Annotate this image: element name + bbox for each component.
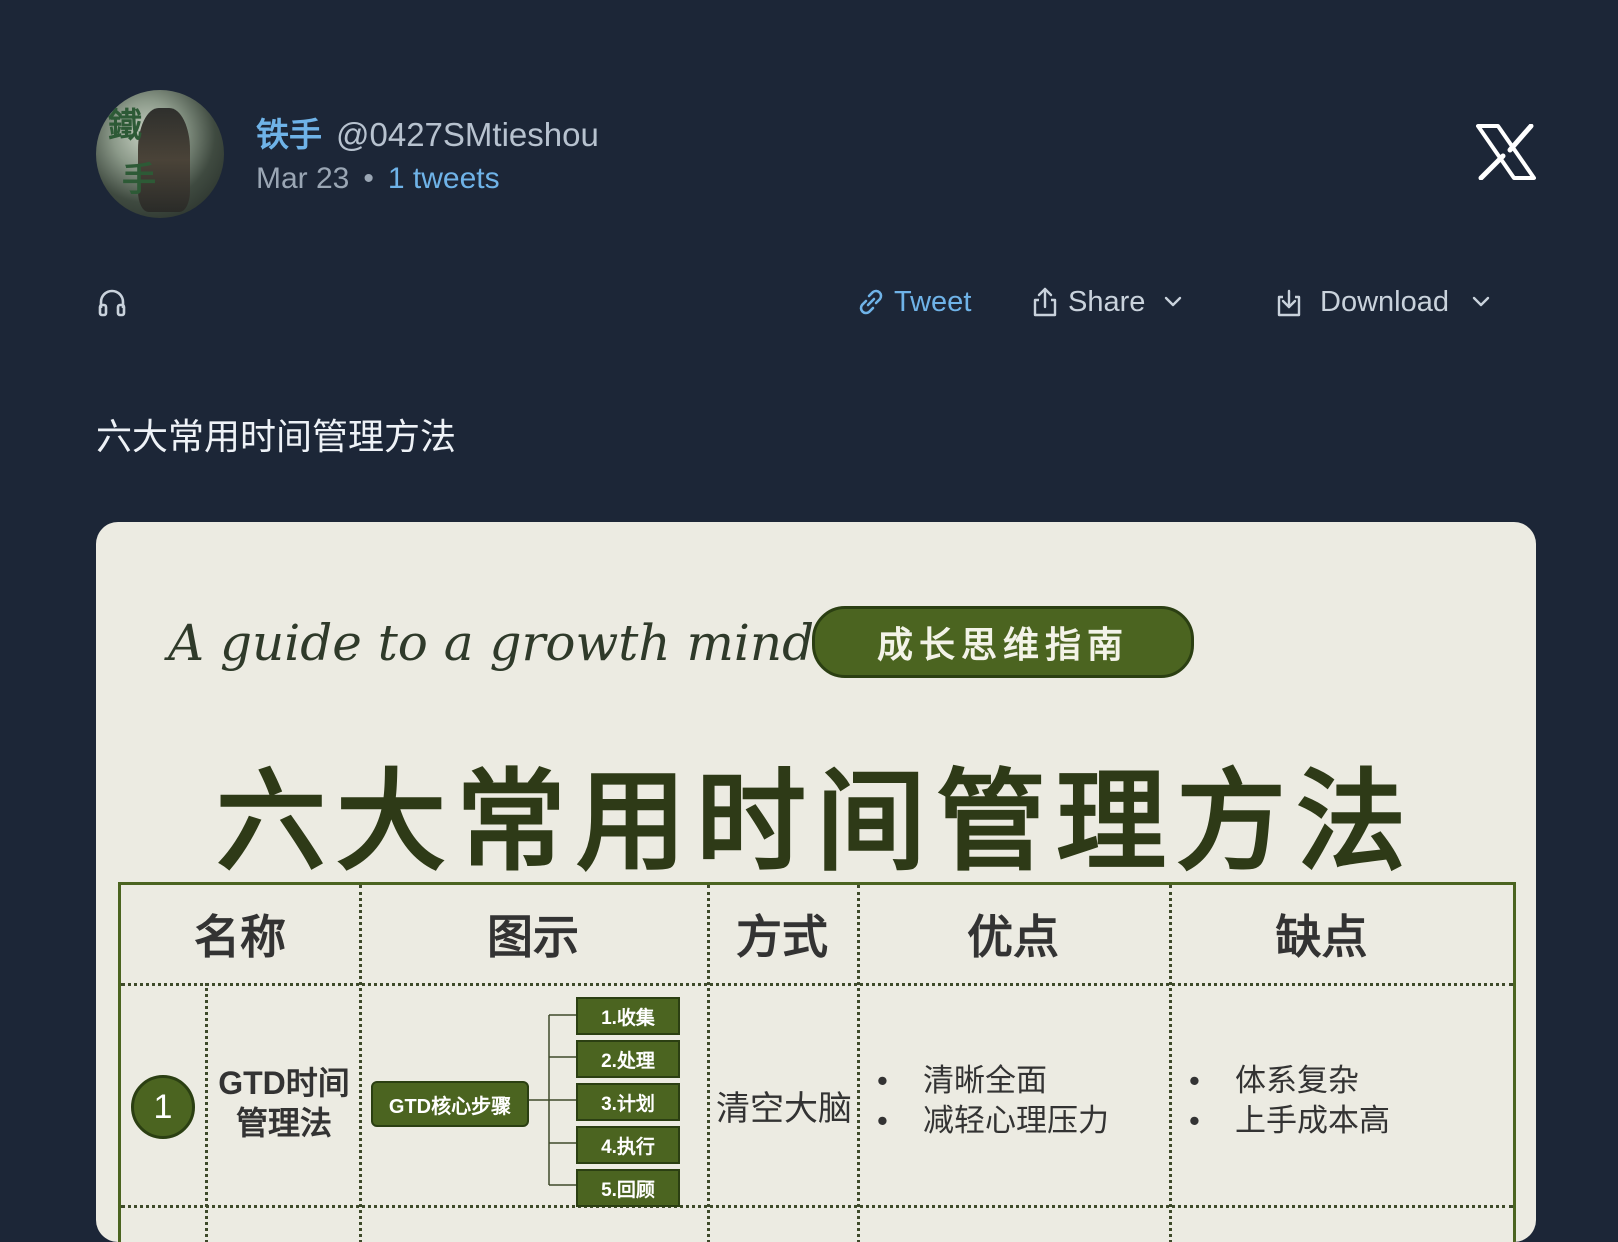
list-item: • 体系复杂 — [1189, 1061, 1390, 1101]
infographic-title: 六大常用时间管理方法 — [216, 761, 1416, 884]
cons-item: 体系复杂 — [1235, 1063, 1359, 1098]
tweet-label: Tweet — [894, 285, 972, 318]
tweet-date: Mar 23 — [256, 162, 350, 195]
diagram-step: 4.执行 — [576, 1126, 680, 1164]
col-head-pros: 优点 — [967, 911, 1059, 963]
growth-mindset-pill: 成长思维指南 — [812, 606, 1194, 678]
avatar-glyph: 手 — [122, 160, 156, 200]
bullet-mark: • — [877, 1063, 888, 1098]
headphones-icon — [98, 289, 126, 317]
row-pros-list: • 清晰全面 • 减轻心理压力 — [877, 1061, 1109, 1141]
diagram-core-box: GTD核心步骤 — [371, 1081, 529, 1127]
share-icon — [1033, 287, 1057, 317]
meta-line: Mar 23 • 1 tweets — [256, 162, 500, 196]
row-number-badge: 1 — [131, 1075, 195, 1139]
tweet-media-image[interactable]: A guide to a growth mindset 成长思维指南 六大常用时… — [96, 522, 1536, 1242]
diagram-step: 2.处理 — [576, 1040, 680, 1078]
avatar-glyph: 鐵 — [108, 106, 142, 146]
diagram-step: 5.回顾 — [576, 1169, 680, 1207]
row-cons-list: • 体系复杂 • 上手成本高 — [1189, 1061, 1390, 1141]
avatar[interactable]: 鐵 手 — [96, 90, 224, 218]
meta-separator: • — [363, 162, 374, 195]
row-name-line: 管理法 — [235, 1105, 332, 1141]
table-divider — [359, 885, 362, 1242]
tweet-link-button[interactable]: Tweet — [854, 280, 971, 324]
display-name[interactable]: 铁手 — [256, 116, 322, 153]
pros-item: 减轻心理压力 — [923, 1103, 1109, 1138]
tweet-text: 六大常用时间管理方法 — [96, 416, 457, 457]
user-line: 铁手 @0427SMtieshou — [256, 108, 599, 156]
diagram-step: 1.收集 — [576, 997, 680, 1035]
x-logo-icon[interactable] — [1476, 124, 1536, 180]
table-divider — [205, 983, 208, 1242]
download-icon — [1277, 289, 1301, 317]
share-button[interactable]: Share — [1030, 280, 1187, 324]
list-item: • 减轻心理压力 — [877, 1101, 1109, 1141]
diagram-connectors — [525, 1014, 577, 1186]
table-divider — [1169, 885, 1172, 1242]
chevron-down-icon[interactable] — [1467, 288, 1495, 316]
pros-item: 清晰全面 — [923, 1063, 1047, 1098]
col-head-name: 名称 — [194, 911, 286, 963]
download-label: Download — [1320, 285, 1449, 318]
bullet-mark: • — [1189, 1103, 1200, 1138]
share-label: Share — [1068, 285, 1146, 318]
row-method-name: GTD时间 管理法 — [209, 1063, 359, 1143]
chevron-down-icon[interactable] — [1159, 288, 1187, 316]
guide-script-text: A guide to a growth mindset — [168, 614, 890, 672]
listen-button[interactable] — [96, 280, 128, 324]
table-divider — [857, 885, 860, 1242]
table-divider — [121, 1205, 1513, 1208]
link-icon — [859, 289, 883, 315]
bullet-mark: • — [1189, 1063, 1200, 1098]
download-button[interactable]: Download — [1274, 280, 1495, 324]
col-head-diagram: 图示 — [487, 911, 579, 963]
table-divider — [707, 885, 710, 1242]
row-name-line: GTD时间 — [218, 1065, 350, 1101]
row-method-way: 清空大脑 — [716, 1090, 852, 1128]
col-head-cons: 缺点 — [1275, 911, 1368, 963]
method-table: 名称 图示 方式 优点 缺点 1 GTD时间 管理法 GTD核心步骤 1.收集 … — [118, 882, 1516, 1242]
col-head-method: 方式 — [736, 911, 828, 963]
list-item: • 上手成本高 — [1189, 1101, 1390, 1141]
user-handle[interactable]: @0427SMtieshou — [336, 116, 599, 153]
tweet-count-link[interactable]: 1 tweets — [388, 162, 500, 195]
tweet-header: 鐵 手 铁手 @0427SMtieshou Mar 23 • 1 tweets — [96, 90, 1536, 220]
bullet-mark: • — [877, 1103, 888, 1138]
toolbar: Tweet Share Download — [96, 280, 1516, 324]
cons-item: 上手成本高 — [1235, 1103, 1390, 1138]
table-divider — [121, 983, 1513, 986]
list-item: • 清晰全面 — [877, 1061, 1109, 1101]
diagram-step: 3.计划 — [576, 1083, 680, 1121]
